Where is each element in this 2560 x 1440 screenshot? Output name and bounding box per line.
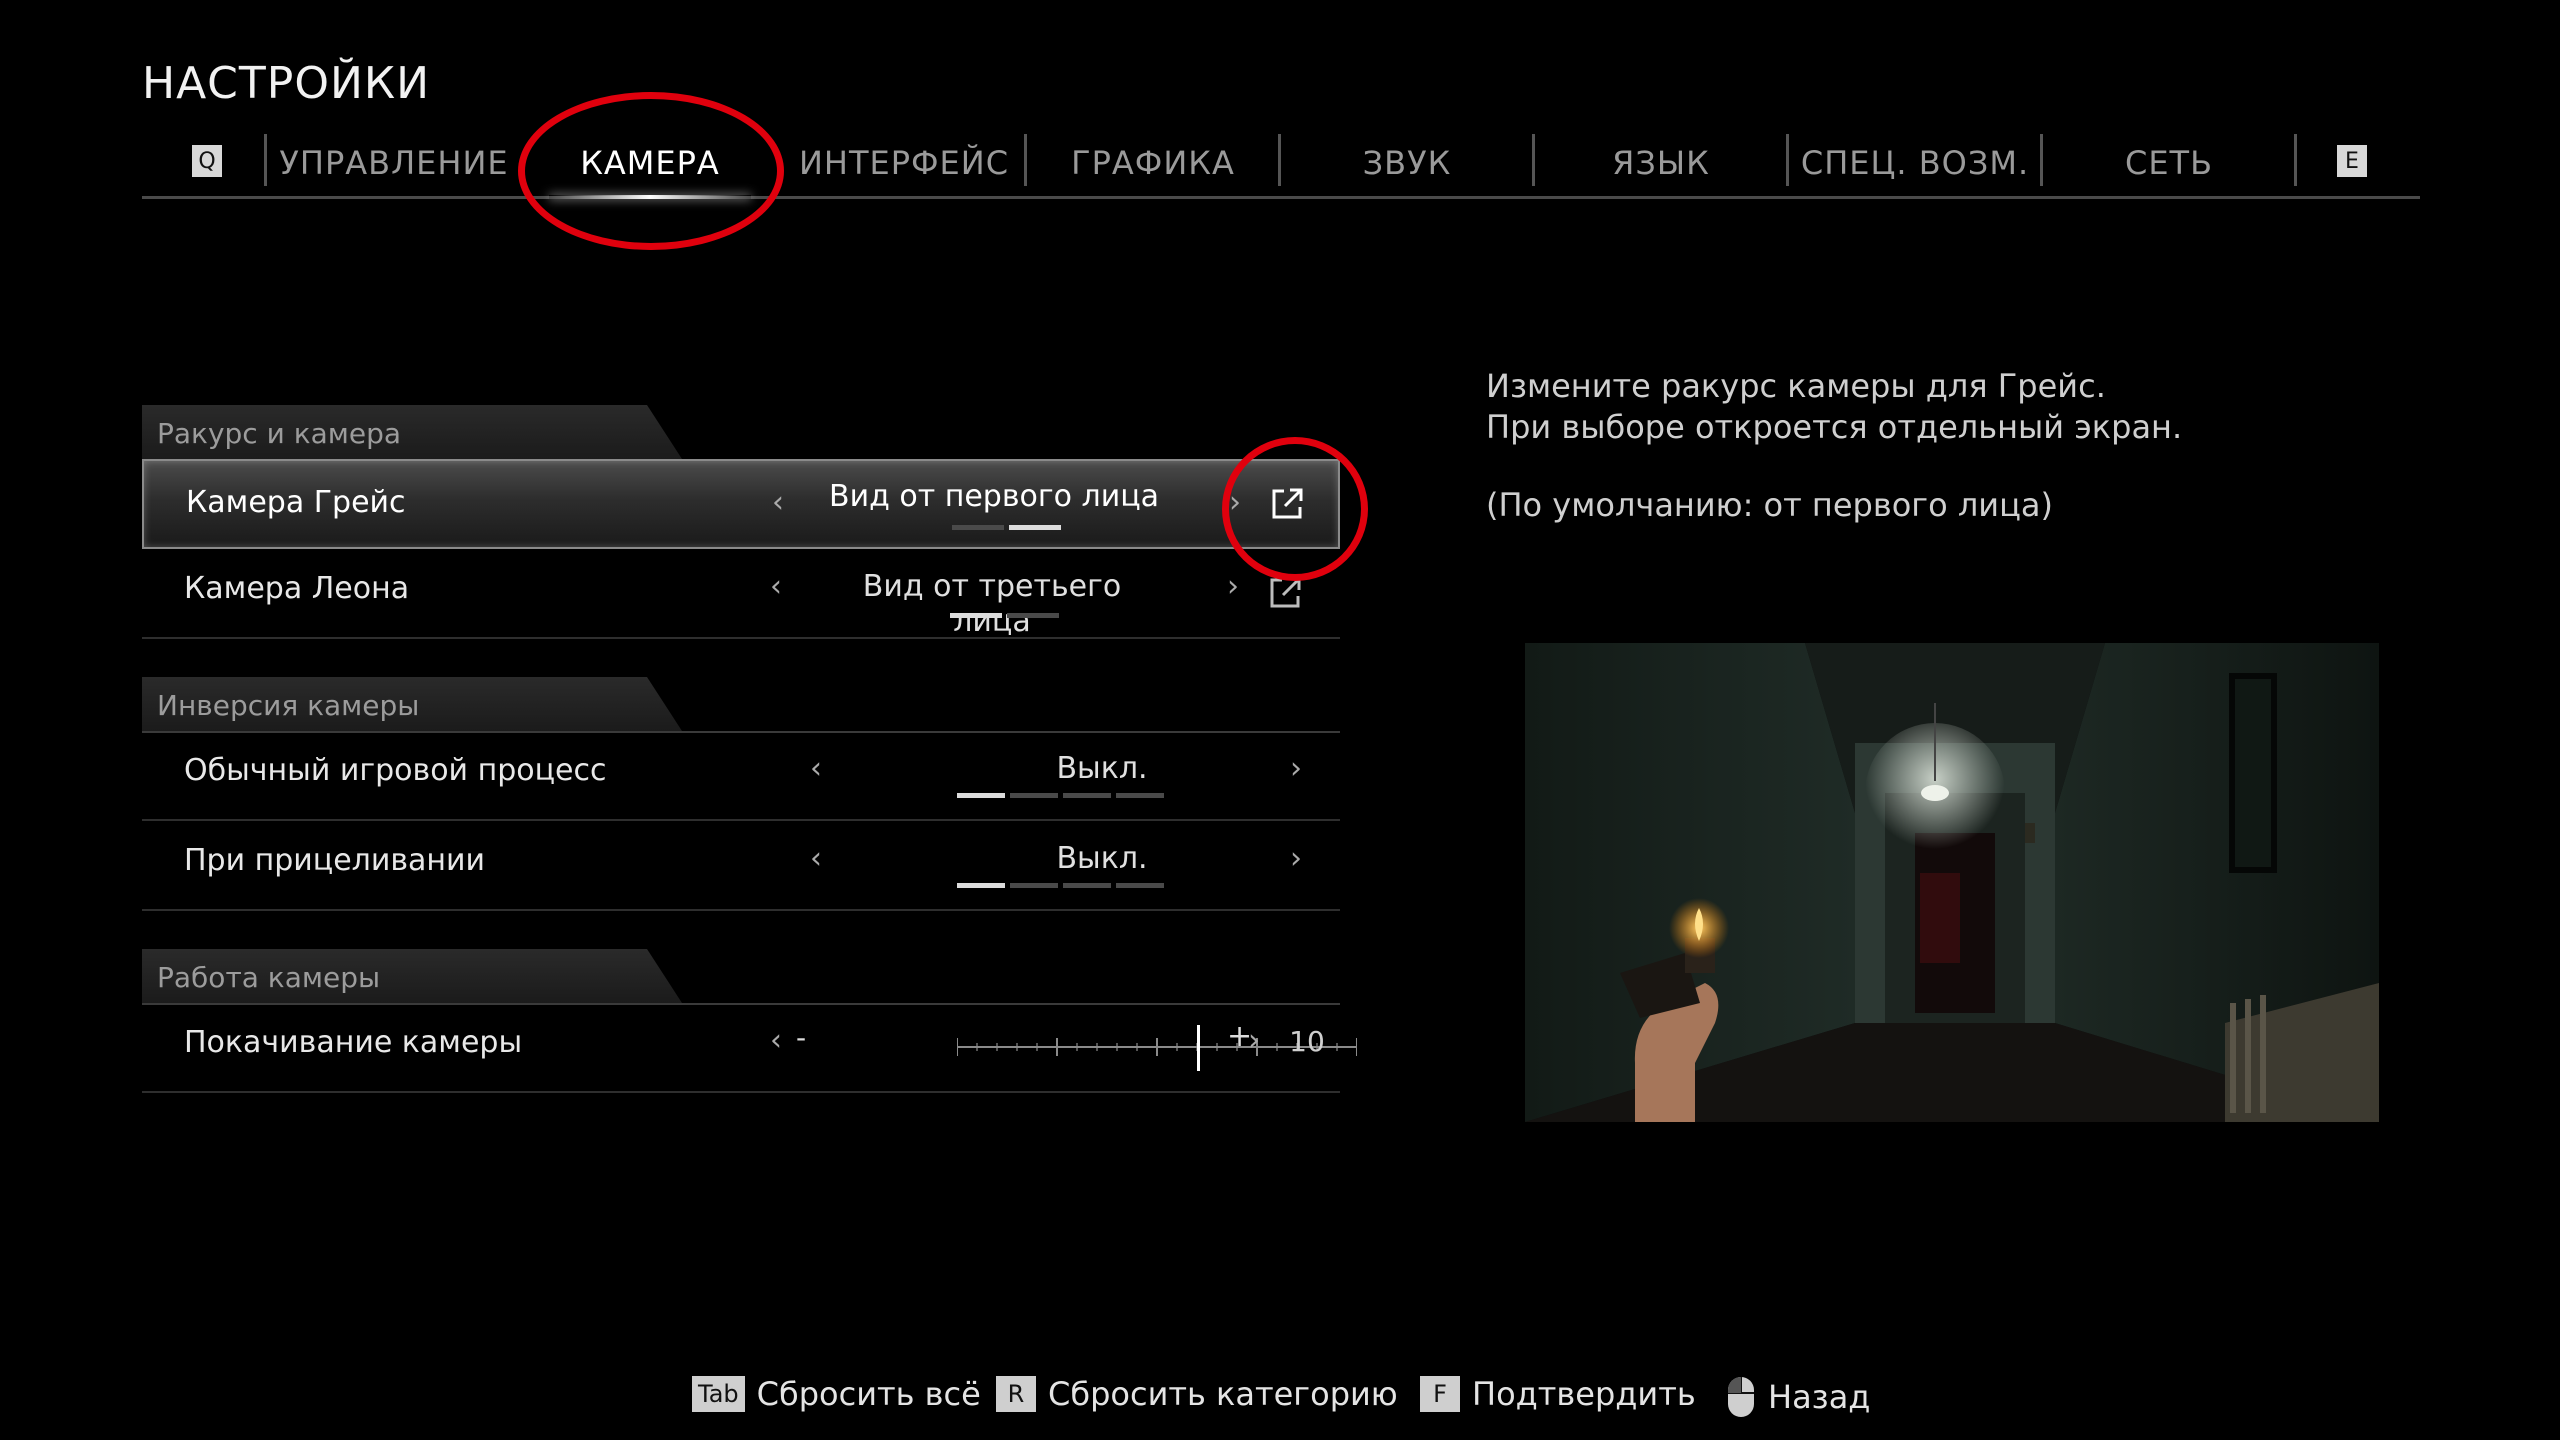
option-pip (957, 883, 1005, 888)
option-pip (1116, 793, 1164, 798)
tab-divider (2040, 134, 2043, 186)
setting-value: Выкл. (1056, 841, 1148, 876)
option-indicator (950, 613, 1059, 618)
hint-reset-category[interactable]: R Сбросить категорию (996, 1375, 1398, 1413)
tab-divider (1532, 134, 1535, 186)
setting-row-leon-camera[interactable]: Камера Леона ‹ Вид от третьего лица › (142, 549, 1340, 639)
footer-hints: Tab Сбросить всё R Сбросить категорию F … (0, 1375, 2560, 1425)
option-pip (957, 793, 1005, 798)
description-line: При выборе откроется отдельный экран. (1486, 408, 2183, 446)
setting-row-camera-shake[interactable]: Покачивание камеры ‹ - + › 10 (142, 1003, 1357, 1093)
setting-label: Камера Грейс (186, 485, 406, 520)
mouse-icon (1728, 1377, 1754, 1417)
open-external-icon[interactable] (1266, 574, 1304, 612)
setting-value: Вид от первого лица (829, 479, 1159, 514)
option-pip (1116, 883, 1164, 888)
option-pip (1009, 525, 1061, 530)
slider-thumb[interactable] (1197, 1025, 1200, 1071)
setting-label: Камера Леона (184, 571, 410, 606)
hint-label: Сбросить всё (756, 1375, 981, 1413)
open-external-icon[interactable] (1268, 485, 1306, 523)
tab-divider (1278, 134, 1281, 186)
section-header: Работа камеры (142, 949, 1340, 1005)
tab-camera[interactable]: КАМЕРА (524, 130, 776, 199)
key-tab: Tab (692, 1376, 745, 1412)
hint-back[interactable]: Назад (1726, 1375, 1870, 1419)
key-r: R (996, 1376, 1036, 1412)
hint-label: Сбросить категорию (1048, 1375, 1398, 1413)
setting-label: Покачивание камеры (184, 1025, 523, 1060)
hint-confirm[interactable]: F Подтвердить (1420, 1375, 1696, 1413)
tab-controls[interactable]: УПРАВЛЕНИЕ (268, 130, 520, 196)
key-f: F (1420, 1376, 1460, 1412)
hint-reset-all[interactable]: Tab Сбросить всё (692, 1375, 981, 1413)
chevron-left-icon[interactable]: ‹ (810, 751, 822, 786)
chevron-right-icon[interactable]: › (1229, 485, 1241, 520)
setting-label: Обычный игровой процесс (184, 753, 607, 788)
tab-divider (264, 134, 267, 186)
tab-divider (1786, 134, 1789, 186)
option-pip (1007, 613, 1059, 618)
tab-bar: Q УПРАВЛЕНИЕ КАМЕРА ИНТЕРФЕЙС ГРАФИКА ЗВ… (142, 130, 2420, 199)
chevron-right-icon[interactable]: › (1248, 1023, 1260, 1058)
hint-label: Подтвердить (1472, 1375, 1696, 1413)
tab-prev-key[interactable]: Q (192, 145, 222, 177)
section-header: Ракурс и камера (142, 405, 1340, 461)
tab-divider (2294, 134, 2297, 186)
tab-language[interactable]: ЯЗЫК (1536, 130, 1786, 196)
section-title: Ракурс и камера (157, 417, 402, 450)
slider-minus[interactable]: - (796, 1021, 806, 1054)
chevron-right-icon[interactable]: › (1290, 841, 1302, 876)
option-pip (1063, 883, 1111, 888)
tab-divider (1024, 134, 1027, 186)
chevron-right-icon[interactable]: › (1290, 751, 1302, 786)
option-pip (952, 525, 1004, 530)
tab-interface[interactable]: ИНТЕРФЕЙС (778, 130, 1030, 196)
chevron-right-icon[interactable]: › (1227, 569, 1239, 604)
option-indicator (952, 525, 1061, 530)
option-pip (950, 613, 1002, 618)
page-title: НАСТРОЙКИ (142, 58, 431, 109)
setting-description: Измените ракурс камеры для Грейс. При вы… (1486, 366, 2182, 448)
option-pip (1010, 883, 1058, 888)
chevron-left-icon[interactable]: ‹ (810, 841, 822, 876)
tab-graphics[interactable]: ГРАФИКА (1028, 130, 1278, 196)
section-header: Инверсия камеры (142, 677, 1340, 733)
chevron-left-icon[interactable]: ‹ (770, 1023, 782, 1058)
slider-value: 10 (1289, 1025, 1325, 1058)
option-pip (1063, 793, 1111, 798)
chevron-left-icon[interactable]: ‹ (772, 485, 784, 520)
setting-row-grace-camera[interactable]: Камера Грейс ‹ Вид от первого лица › (142, 459, 1340, 549)
preview-image (1525, 643, 2379, 1122)
tab-accessibility[interactable]: СПЕЦ. ВОЗМ. (1790, 130, 2040, 196)
section-title: Работа камеры (157, 961, 381, 994)
setting-row-invert-normal[interactable]: Обычный игровой процесс ‹ Выкл. › (142, 731, 1340, 821)
tab-network[interactable]: СЕТЬ (2044, 130, 2294, 196)
chevron-left-icon[interactable]: ‹ (770, 569, 782, 604)
option-pip (1010, 793, 1058, 798)
setting-value: Вид от третьего лица (862, 569, 1122, 639)
description-line: Измените ракурс камеры для Грейс. (1486, 367, 2106, 405)
setting-default-note: (По умолчанию: от первого лица) (1486, 486, 2053, 524)
option-indicator (957, 793, 1164, 798)
tab-sound[interactable]: ЗВУК (1282, 130, 1532, 196)
setting-value: Выкл. (1056, 751, 1148, 786)
section-title: Инверсия камеры (157, 689, 420, 722)
tab-next-key[interactable]: E (2337, 145, 2367, 177)
option-indicator (957, 883, 1164, 888)
setting-row-invert-aiming[interactable]: При прицеливании ‹ Выкл. › (142, 821, 1340, 911)
hint-label: Назад (1768, 1378, 1871, 1416)
setting-label: При прицеливании (184, 843, 486, 878)
